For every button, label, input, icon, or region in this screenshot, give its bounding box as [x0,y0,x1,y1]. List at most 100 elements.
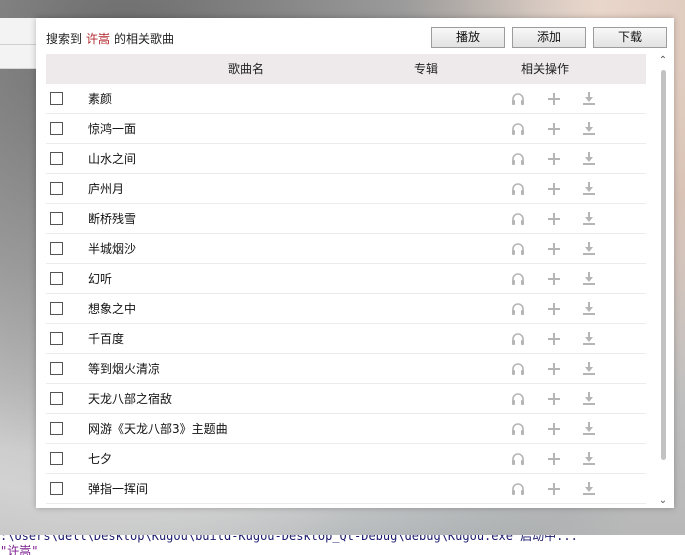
plus-icon[interactable] [546,181,562,197]
table-row[interactable]: 网游《天龙八部3》主题曲 [46,414,646,444]
table-row[interactable]: 山水之间 [46,144,646,174]
headphones-icon[interactable] [510,241,526,257]
download-icon[interactable] [581,121,597,137]
search-suffix: 的相关歌曲 [114,32,175,46]
scroll-thumb[interactable] [661,70,666,460]
select-checkbox[interactable] [50,302,63,315]
select-checkbox[interactable] [50,182,63,195]
download-icon[interactable] [581,181,597,197]
select-checkbox[interactable] [50,92,63,105]
plus-icon[interactable] [546,481,562,497]
table-row[interactable]: 素颜 [46,84,646,114]
plus-icon[interactable] [546,211,562,227]
headphones-icon[interactable] [510,421,526,437]
download-icon[interactable] [581,331,597,347]
select-checkbox[interactable] [50,392,63,405]
headphones-icon[interactable] [510,451,526,467]
download-icon[interactable] [581,91,597,107]
song-title[interactable]: 天龙八部之宿敌 [88,384,172,414]
download-button[interactable]: 下载 [593,27,667,48]
song-title[interactable]: 千百度 [88,324,124,354]
select-checkbox[interactable] [50,422,63,435]
plus-icon[interactable] [546,451,562,467]
download-icon[interactable] [581,271,597,287]
plus-icon[interactable] [546,301,562,317]
headphones-icon[interactable] [510,301,526,317]
download-icon[interactable] [581,361,597,377]
download-icon[interactable] [581,421,597,437]
table-row[interactable]: 天龙八部之宿敌 [46,384,646,414]
plus-icon[interactable] [546,391,562,407]
vertical-scrollbar[interactable]: ⌃ ⌄ [656,54,670,508]
song-title[interactable]: 山水之间 [88,144,136,174]
background-panel [0,18,36,69]
table-row[interactable]: 弹指一挥间 [46,474,646,504]
download-icon[interactable] [581,481,597,497]
select-checkbox[interactable] [50,122,63,135]
select-checkbox[interactable] [50,452,63,465]
table-row[interactable]: 幻听 [46,264,646,294]
table-row[interactable]: 千百度 [46,324,646,354]
download-icon[interactable] [581,211,597,227]
download-icon[interactable] [581,301,597,317]
headphones-icon[interactable] [510,181,526,197]
song-title[interactable]: 等到烟火清凉 [88,354,160,384]
song-title[interactable]: 断桥残雪 [88,204,136,234]
headphones-icon[interactable] [510,271,526,287]
plus-icon[interactable] [546,331,562,347]
headphones-icon[interactable] [510,211,526,227]
headphones-icon[interactable] [510,151,526,167]
song-title[interactable]: 素颜 [88,84,112,114]
headphones-icon[interactable] [510,331,526,347]
download-icon[interactable] [581,451,597,467]
scroll-track[interactable] [659,70,667,492]
plus-icon[interactable] [546,241,562,257]
song-title[interactable]: 惊鸿一面 [88,114,136,144]
scroll-down-icon[interactable]: ⌄ [656,494,670,508]
select-checkbox[interactable] [50,212,63,225]
search-keyword: 许嵩 [86,32,111,46]
add-button[interactable]: 添加 [512,27,586,48]
play-button[interactable]: 播放 [431,27,505,48]
table-body: 素颜 惊鸿一面 山水之间 庐州月 断桥残雪 半城烟沙 幻听 想象之中 千百度 等到烟火清凉 天龙八部… [46,84,646,504]
table-row[interactable]: 惊鸿一面 [46,114,646,144]
plus-icon[interactable] [546,151,562,167]
scroll-up-icon[interactable]: ⌃ [656,54,670,68]
table-row[interactable]: 七夕 [46,444,646,474]
plus-icon[interactable] [546,121,562,137]
table-row[interactable]: 断桥残雪 [46,204,646,234]
song-title[interactable]: 弹指一挥间 [88,474,148,504]
headphones-icon[interactable] [510,391,526,407]
song-title[interactable]: 七夕 [88,444,112,474]
song-title[interactable]: 半城烟沙 [88,234,136,264]
download-icon[interactable] [581,151,597,167]
song-title[interactable]: 庐州月 [88,174,124,204]
background-fragment [673,110,685,130]
select-checkbox[interactable] [50,152,63,165]
table-row[interactable]: 半城烟沙 [46,234,646,264]
console-line: :\Users\dell\Desktop\Kugou\build-Kugou-D… [0,535,578,543]
column-actions: 相关操作 [521,62,570,76]
select-checkbox[interactable] [50,482,63,495]
song-title[interactable]: 幻听 [88,264,112,294]
search-results-dialog: 搜索到 许嵩 的相关歌曲 播放 添加 下载 歌曲名 专辑 相关操作 素颜 惊鸿一面 山水… [36,18,674,508]
song-title[interactable]: 网游《天龙八部3》主题曲 [88,414,228,444]
select-checkbox[interactable] [50,242,63,255]
download-icon[interactable] [581,241,597,257]
plus-icon[interactable] [546,361,562,377]
headphones-icon[interactable] [510,91,526,107]
select-checkbox[interactable] [50,362,63,375]
headphones-icon[interactable] [510,481,526,497]
headphones-icon[interactable] [510,121,526,137]
select-checkbox[interactable] [50,272,63,285]
select-checkbox[interactable] [50,332,63,345]
song-title[interactable]: 想象之中 [88,294,136,324]
download-icon[interactable] [581,391,597,407]
headphones-icon[interactable] [510,361,526,377]
table-row[interactable]: 庐州月 [46,174,646,204]
plus-icon[interactable] [546,91,562,107]
table-row[interactable]: 想象之中 [46,294,646,324]
plus-icon[interactable] [546,421,562,437]
plus-icon[interactable] [546,271,562,287]
table-row[interactable]: 等到烟火清凉 [46,354,646,384]
